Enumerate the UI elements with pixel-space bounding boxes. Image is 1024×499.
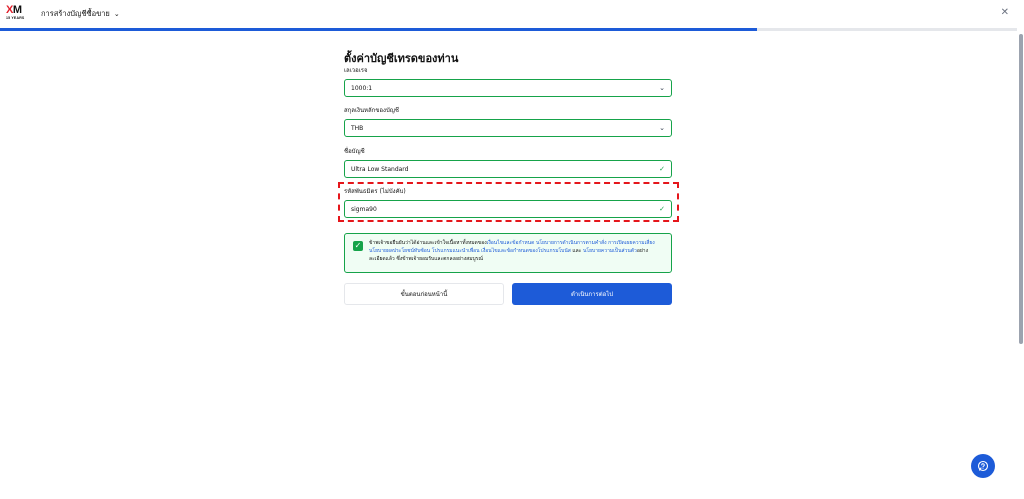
page-title: ตั้งค่าบัญชีเทรดของท่าน <box>344 52 459 65</box>
risk-disclosure-link[interactable]: การเปิดเผยความเสี่ยง <box>608 240 655 246</box>
privacy-policy-link[interactable]: นโยบายความเป็นส่วนตัว <box>583 248 637 254</box>
referral-program-link[interactable]: โปรแกรมแนะนำเพื่อน <box>432 248 480 254</box>
back-button[interactable]: ขั้นตอนก่อนหน้านี้ <box>344 283 504 305</box>
account-name-value: Ultra Low Standard <box>351 165 409 173</box>
terms-text-part: และ <box>570 248 583 254</box>
support-chat-button[interactable] <box>971 454 995 478</box>
leverage-field: เลเวอเรจ 1000:1 ⌄ <box>344 67 672 97</box>
chevron-down-icon: ⌄ <box>659 124 665 132</box>
logo-letter-m: M <box>12 4 22 16</box>
leverage-label: เลเวอเรจ <box>344 67 368 74</box>
currency-value: THB <box>351 124 364 132</box>
account-creation-menu[interactable]: การสร้างบัญชีซื้อขาย ⌄ <box>41 8 120 20</box>
app-menu-label: การสร้างบัญชีซื้อขาย <box>41 9 110 18</box>
logo-letter-x: X <box>6 4 13 16</box>
terms-text: ข้าพเจ้าขอยืนยันว่าได้อ่านและเข้าใจเนื้อ… <box>369 239 663 267</box>
partner-code-highlight <box>338 182 679 222</box>
chevron-down-icon: ⌄ <box>113 10 120 18</box>
progress-fill <box>0 28 757 31</box>
account-name-input[interactable]: Ultra Low Standard ✓ <box>344 160 672 178</box>
top-bar: XM 15 YEARS การสร้างบัญชีซื้อขาย ⌄ ✕ <box>0 0 1024 28</box>
leverage-value: 1000:1 <box>351 84 373 92</box>
terms-text-part: ข้าพเจ้าขอยืนยันว่าได้อ่านและเข้าใจเนื้อ… <box>369 240 487 246</box>
terms-link[interactable]: เงื่อนไขและข้อกำหนด <box>487 240 535 246</box>
terms-checkbox[interactable]: ✓ <box>353 241 363 251</box>
check-icon: ✓ <box>659 165 665 173</box>
scrollbar[interactable] <box>1019 34 1023 344</box>
continue-button[interactable]: ดำเนินการต่อไป <box>512 283 672 305</box>
currency-label: สกุลเงินหลักของบัญชี <box>344 107 399 114</box>
leverage-select[interactable]: 1000:1 ⌄ <box>344 79 672 97</box>
currency-field: สกุลเงินหลักของบัญชี THB ⌄ <box>344 107 672 137</box>
account-name-field: ชื่อบัญชี Ultra Low Standard ✓ <box>344 148 672 178</box>
logo-subtext: 15 YEARS <box>6 16 25 20</box>
chevron-down-icon: ⌄ <box>659 84 665 92</box>
account-name-label: ชื่อบัญชี <box>344 148 365 155</box>
currency-select[interactable]: THB ⌄ <box>344 119 672 137</box>
terms-box: ✓ ข้าพเจ้าขอยืนยันว่าได้อ่านและเข้าใจเนื… <box>344 233 672 273</box>
conflict-of-interest-link[interactable]: นโยบายผลประโยชน์ทับซ้อน <box>369 248 430 254</box>
chat-help-icon <box>977 460 989 472</box>
progress-bar <box>0 28 1017 31</box>
close-icon[interactable]: ✕ <box>1001 7 1009 18</box>
order-execution-link[interactable]: นโยบายการดำเนินการตามคำสั่ง <box>536 240 607 246</box>
bonus-terms-link[interactable]: เงื่อนไขและข้อกำหนดของโปรแกรมโบนัส <box>481 248 571 254</box>
xm-logo: XM 15 YEARS <box>6 5 28 23</box>
